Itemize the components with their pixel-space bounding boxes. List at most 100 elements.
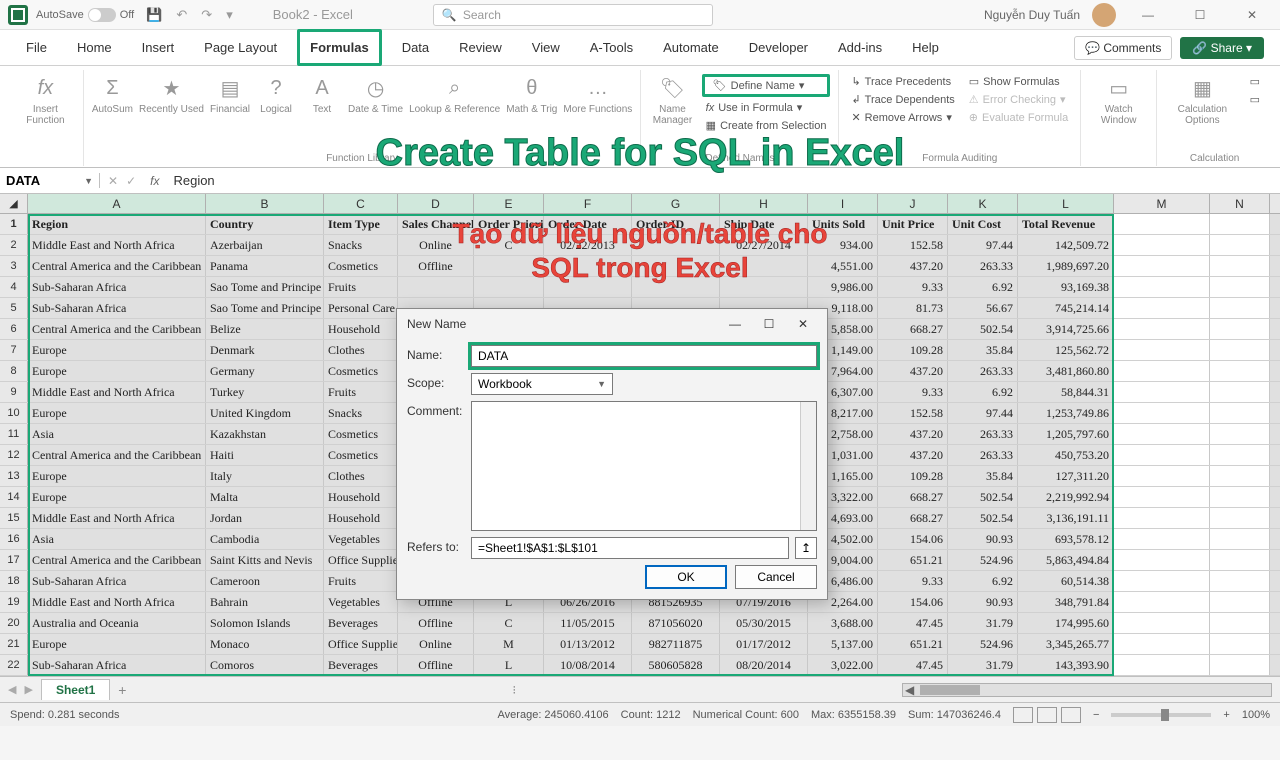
header-cell[interactable]: Unit Cost <box>948 214 1018 234</box>
data-cell[interactable]: 58,844.31 <box>1018 382 1114 402</box>
view-mode-buttons[interactable] <box>1013 707 1081 723</box>
data-cell[interactable]: 10/08/2014 <box>544 655 632 675</box>
row-header[interactable]: 21 <box>0 634 28 654</box>
add-sheet-button[interactable]: + <box>118 682 126 698</box>
dialog-close-icon[interactable]: ✕ <box>789 317 817 331</box>
header-cell[interactable]: Unit Price <box>878 214 948 234</box>
create-from-selection-button[interactable]: ▦ Create from Selection <box>702 118 831 133</box>
data-cell[interactable]: Fruits <box>324 382 398 402</box>
row-header[interactable]: 15 <box>0 508 28 528</box>
calc-sheet-button[interactable]: ▭ <box>1246 92 1264 107</box>
zoom-out-icon[interactable]: − <box>1093 709 1099 721</box>
header-cell[interactable]: Sales Channel <box>398 214 474 234</box>
data-cell[interactable]: Sub-Saharan Africa <box>28 277 206 297</box>
data-cell[interactable]: 668.27 <box>878 508 948 528</box>
data-cell[interactable]: Online <box>398 235 474 255</box>
data-cell[interactable]: Cosmetics <box>324 445 398 465</box>
data-cell[interactable]: 90.93 <box>948 592 1018 612</box>
undo-icon[interactable]: ↶ <box>176 7 187 23</box>
page-break-view-icon[interactable] <box>1061 707 1081 723</box>
data-cell[interactable]: 3,914,725.66 <box>1018 319 1114 339</box>
data-cell[interactable]: Sao Tome and Principe <box>206 277 324 297</box>
data-cell[interactable]: 437.20 <box>878 361 948 381</box>
row-header[interactable]: 2 <box>0 235 28 255</box>
data-cell[interactable]: 3,136,191.11 <box>1018 508 1114 528</box>
tab-atools[interactable]: A-Tools <box>580 32 643 63</box>
row-header[interactable]: 20 <box>0 613 28 633</box>
data-cell[interactable]: United Kingdom <box>206 403 324 423</box>
data-cell[interactable]: 81.73 <box>878 298 948 318</box>
col-header[interactable]: B <box>206 194 324 213</box>
data-cell[interactable]: 35.84 <box>948 340 1018 360</box>
col-header[interactable]: H <box>720 194 808 213</box>
row-header[interactable]: 1 <box>0 214 28 234</box>
data-cell[interactable]: Asia <box>28 424 206 444</box>
data-cell[interactable]: 263.33 <box>948 361 1018 381</box>
data-cell[interactable]: Fruits <box>324 277 398 297</box>
data-cell[interactable]: Cosmetics <box>324 256 398 276</box>
date-time-button[interactable]: ◷Date & Time <box>348 74 403 115</box>
data-cell[interactable]: Europe <box>28 403 206 423</box>
tab-home[interactable]: Home <box>67 32 122 63</box>
ok-button[interactable]: OK <box>645 565 727 589</box>
data-cell[interactable]: 142,509.72 <box>1018 235 1114 255</box>
data-cell[interactable]: Online <box>398 634 474 654</box>
header-cell[interactable]: Item Type <box>324 214 398 234</box>
tab-data[interactable]: Data <box>392 32 439 63</box>
error-checking-button[interactable]: ⚠ Error Checking ▾ <box>965 92 1072 107</box>
data-cell[interactable] <box>398 277 474 297</box>
data-cell[interactable]: 502.54 <box>948 319 1018 339</box>
data-cell[interactable]: 437.20 <box>878 256 948 276</box>
tab-file[interactable]: File <box>16 32 57 63</box>
data-cell[interactable]: Bahrain <box>206 592 324 612</box>
data-cell[interactable]: 47.45 <box>878 655 948 675</box>
data-cell[interactable]: Denmark <box>206 340 324 360</box>
data-cell[interactable] <box>720 277 808 297</box>
data-cell[interactable]: 109.28 <box>878 466 948 486</box>
enter-formula-icon[interactable]: ✓ <box>126 174 136 188</box>
data-cell[interactable]: 35.84 <box>948 466 1018 486</box>
data-cell[interactable]: Office Supplies <box>324 550 398 570</box>
data-cell[interactable]: 580605828 <box>632 655 720 675</box>
col-header[interactable]: N <box>1210 194 1270 213</box>
col-header[interactable]: D <box>398 194 474 213</box>
data-cell[interactable]: Solomon Islands <box>206 613 324 633</box>
row-header[interactable]: 14 <box>0 487 28 507</box>
data-cell[interactable]: 263.33 <box>948 256 1018 276</box>
data-cell[interactable]: 02/22/2013 <box>544 235 632 255</box>
header-cell[interactable]: Ship Date <box>720 214 808 234</box>
share-button[interactable]: 🔗 Share ▾ <box>1180 37 1264 59</box>
data-cell[interactable]: 263.33 <box>948 445 1018 465</box>
data-cell[interactable]: Offline <box>398 256 474 276</box>
textarea-scrollbar[interactable] <box>800 402 816 530</box>
data-cell[interactable]: Central America and the Caribbean <box>28 550 206 570</box>
data-cell[interactable]: Vegetables <box>324 592 398 612</box>
range-picker-button[interactable]: ↥ <box>795 537 817 559</box>
data-cell[interactable]: Household <box>324 508 398 528</box>
row-header[interactable]: 13 <box>0 466 28 486</box>
col-header[interactable]: G <box>632 194 720 213</box>
define-name-button[interactable]: 🏷 Define Name ▾ <box>702 74 831 97</box>
data-cell[interactable] <box>632 235 720 255</box>
row-header[interactable]: 18 <box>0 571 28 591</box>
data-cell[interactable] <box>474 256 544 276</box>
header-cell[interactable]: Units Sold <box>808 214 878 234</box>
data-cell[interactable]: 109.28 <box>878 340 948 360</box>
data-cell[interactable]: 524.96 <box>948 550 1018 570</box>
data-cell[interactable]: Cosmetics <box>324 424 398 444</box>
data-cell[interactable]: Europe <box>28 634 206 654</box>
data-cell[interactable]: 97.44 <box>948 235 1018 255</box>
user-avatar-icon[interactable] <box>1092 3 1116 27</box>
col-header[interactable]: J <box>878 194 948 213</box>
formula-input[interactable]: Region <box>165 173 1280 188</box>
data-cell[interactable]: Sub-Saharan Africa <box>28 655 206 675</box>
data-cell[interactable]: 152.58 <box>878 235 948 255</box>
data-cell[interactable]: 745,214.14 <box>1018 298 1114 318</box>
name-box[interactable]: DATA▼ <box>0 173 100 188</box>
row-header[interactable]: 8 <box>0 361 28 381</box>
data-cell[interactable]: Comoros <box>206 655 324 675</box>
data-cell[interactable]: Middle East and North Africa <box>28 592 206 612</box>
data-cell[interactable]: 934.00 <box>808 235 878 255</box>
row-header[interactable]: 5 <box>0 298 28 318</box>
text-button[interactable]: AText <box>302 74 342 115</box>
